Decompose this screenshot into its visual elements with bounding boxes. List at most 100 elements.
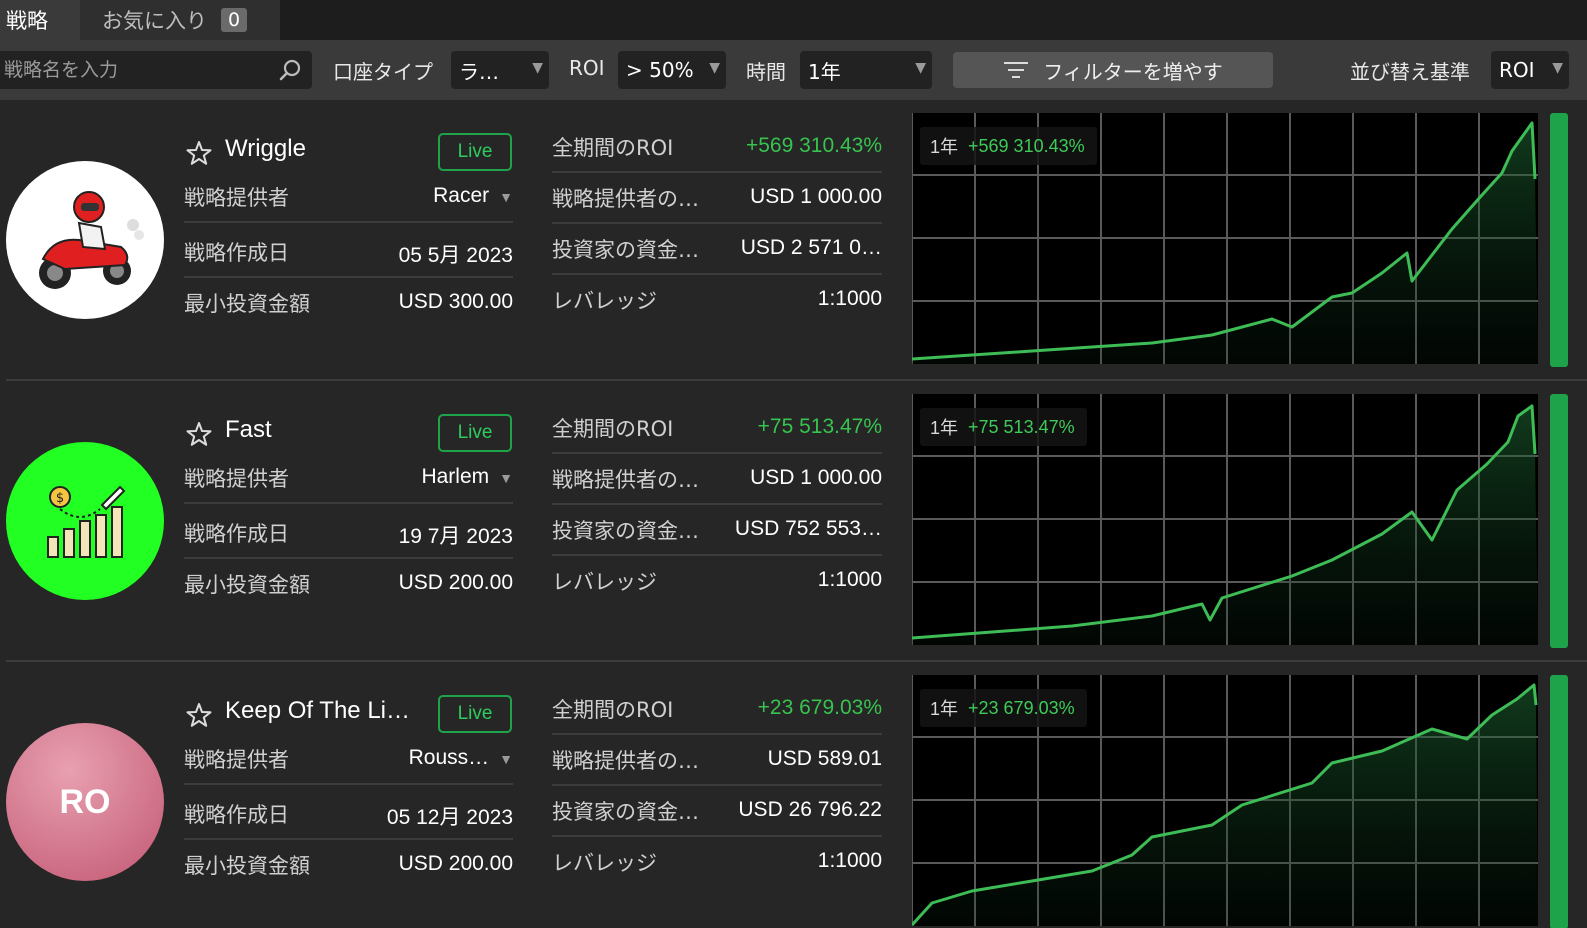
scroll-indicator	[1550, 675, 1568, 928]
provider-label: 戦略提供者	[184, 467, 289, 491]
roi-all-row: 全期間のROI +569 310.43%	[552, 122, 882, 173]
investor-funds-row: 投資家の資金… USD 26 796.22	[552, 786, 882, 837]
provider-funds-row: 戦略提供者の… USD 1 000.00	[552, 454, 882, 505]
favorite-star-icon[interactable]	[186, 702, 212, 728]
provider-name: Racer	[433, 184, 490, 207]
search-box	[0, 51, 312, 89]
min-invest-value: USD 300.00	[398, 290, 513, 313]
equity-chart[interactable]: 1年 +569 310.43%	[912, 113, 1538, 364]
provider-funds-label: 戦略提供者の…	[552, 749, 699, 773]
strategy-card[interactable]: RO Keep Of The Li… Live 戦略提供者 Rouss… ▼ 戦略…	[0, 662, 1587, 928]
chart-roi-value: +23 679.03%	[968, 697, 1075, 718]
provider-label: 戦略提供者	[184, 186, 289, 210]
leverage-value: 1:1000	[817, 849, 882, 872]
account-type-select[interactable]: ラ… ▼	[451, 51, 549, 89]
roi-all-value: +23 679.03%	[757, 696, 882, 719]
investor-funds-label: 投資家の資金…	[552, 800, 699, 824]
chart-roi-label: 1年 +569 310.43%	[920, 127, 1097, 165]
roi-all-row: 全期間のROI +75 513.47%	[552, 403, 882, 454]
svg-text:$: $	[56, 491, 64, 506]
min-invest-label: 最小投資金額	[184, 854, 310, 878]
strategy-name[interactable]: Keep Of The Li…	[225, 697, 410, 725]
chevron-down-icon: ▼	[499, 751, 513, 767]
more-filters-button[interactable]: フィルターを増やす	[953, 52, 1273, 88]
tab-favorites[interactable]: お気に入り 0	[80, 0, 280, 40]
leverage-label: レバレッジ	[552, 851, 657, 875]
investor-funds-value: USD 2 571 0…	[740, 236, 882, 259]
scroll-indicator	[1550, 113, 1568, 367]
strategy-avatar: RO	[6, 723, 164, 881]
created-value: 05 12月 2023	[386, 806, 513, 829]
chevron-down-icon: ▼	[532, 60, 543, 76]
min-invest-row: 最小投資金額 USD 300.00	[184, 278, 513, 329]
created-row: 戦略作成日 19 7月 2023	[184, 508, 513, 559]
tab-strategies[interactable]: 戦略	[0, 0, 80, 40]
sort-label: 並び替え基準	[1350, 60, 1470, 84]
leverage-value: 1:1000	[817, 568, 882, 591]
created-value: 19 7月 2023	[398, 525, 513, 548]
leverage-label: レバレッジ	[552, 289, 657, 313]
leverage-value: 1:1000	[817, 287, 882, 310]
provider-row: 戦略提供者 Rouss… ▼	[184, 734, 513, 785]
strategy-name[interactable]: Wriggle	[225, 135, 306, 163]
roi-all-label: 全期間のROI	[552, 136, 674, 160]
chevron-down-icon: ▼	[915, 60, 926, 76]
provider-name: Rouss…	[408, 746, 490, 769]
chart-roi-label: 1年 +75 513.47%	[920, 408, 1087, 446]
created-row: 戦略作成日 05 12月 2023	[184, 789, 513, 840]
provider-funds-value: USD 1 000.00	[750, 466, 882, 489]
created-value: 05 5月 2023	[398, 244, 513, 267]
min-invest-value: USD 200.00	[398, 852, 513, 875]
provider-select[interactable]: Rouss… ▼	[409, 746, 513, 770]
filter-icon	[1004, 62, 1029, 78]
roi-filter-value: > 50%	[626, 58, 694, 82]
provider-select[interactable]: Harlem ▼	[421, 465, 513, 489]
strategy-card[interactable]: Wriggle Live 戦略提供者 Racer ▼ 戦略作成日 05 5月 20…	[0, 100, 1587, 381]
equity-chart[interactable]: 1年 +23 679.03%	[912, 675, 1538, 926]
roi-all-label: 全期間のROI	[552, 417, 674, 441]
avatar-initials: RO	[59, 782, 111, 821]
time-filter-label: 時間	[746, 60, 786, 84]
roi-all-value: +75 513.47%	[757, 415, 882, 438]
scroll-indicator	[1550, 394, 1568, 648]
investor-funds-value: USD 26 796.22	[738, 798, 882, 821]
strategy-search-input[interactable]	[4, 51, 272, 89]
live-badge: Live	[438, 133, 512, 171]
roi-filter-select[interactable]: > 50% ▼	[618, 51, 726, 89]
filter-bar: 口座タイプ ラ… ▼ ROI > 50% ▼ 時間 1年 ▼ フィルターを増やす…	[0, 40, 1587, 100]
chevron-down-icon: ▼	[1552, 60, 1563, 76]
min-invest-value: USD 200.00	[398, 571, 513, 594]
created-label: 戦略作成日	[184, 241, 289, 265]
leverage-label: レバレッジ	[552, 570, 657, 594]
investor-funds-label: 投資家の資金…	[552, 519, 699, 543]
roi-filter-label: ROI	[569, 56, 605, 80]
provider-funds-row: 戦略提供者の… USD 1 000.00	[552, 173, 882, 224]
provider-name: Harlem	[421, 465, 490, 488]
provider-select[interactable]: Racer ▼	[433, 184, 513, 208]
chart-roi-value: +75 513.47%	[968, 416, 1075, 437]
sort-select[interactable]: ROI ▼	[1491, 51, 1569, 89]
search-icon[interactable]	[278, 58, 302, 82]
created-label: 戦略作成日	[184, 803, 289, 827]
investor-funds-label: 投資家の資金…	[552, 238, 699, 262]
favorite-star-icon[interactable]	[186, 421, 212, 447]
min-invest-label: 最小投資金額	[184, 292, 310, 316]
leverage-row: レバレッジ 1:1000	[552, 837, 882, 888]
chart-period: 1年	[930, 137, 959, 157]
time-filter-select[interactable]: 1年 ▼	[800, 51, 932, 89]
live-badge: Live	[438, 414, 512, 452]
strategy-card[interactable]: $ Fast Live 戦略提供者 Harlem ▼ 戦略作成日 19 7月 20…	[0, 381, 1587, 662]
more-filters-label: フィルターを増やす	[1043, 59, 1223, 84]
strategy-name[interactable]: Fast	[225, 416, 272, 444]
strategy-avatar: $	[6, 442, 164, 600]
created-row: 戦略作成日 05 5月 2023	[184, 227, 513, 278]
chart-period: 1年	[930, 418, 959, 438]
provider-funds-label: 戦略提供者の…	[552, 187, 699, 211]
favorite-star-icon[interactable]	[186, 140, 212, 166]
rocket-growth-chart-icon: $	[47, 485, 126, 558]
equity-chart[interactable]: 1年 +75 513.47%	[912, 394, 1538, 645]
chart-roi-value: +569 310.43%	[968, 135, 1085, 156]
favorites-count-badge: 0	[221, 8, 248, 32]
investor-funds-value: USD 752 553…	[734, 517, 882, 540]
chevron-down-icon: ▼	[709, 60, 720, 76]
